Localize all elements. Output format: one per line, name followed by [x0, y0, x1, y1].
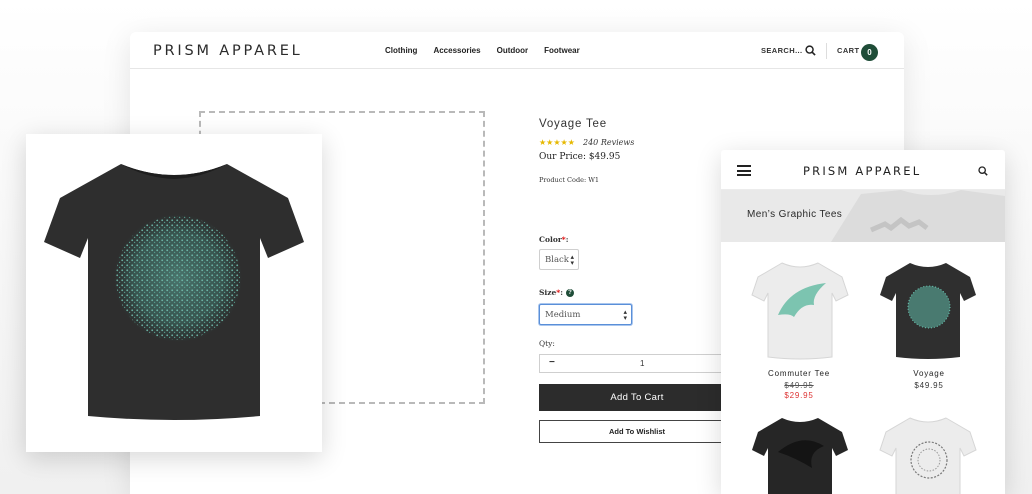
- qty-value[interactable]: 1: [640, 359, 644, 368]
- add-to-cart-button[interactable]: Add To Cart: [539, 384, 735, 411]
- category-banner: Men’s Graphic Tees: [721, 190, 1005, 242]
- size-select[interactable]: Medium ▴ ▾: [539, 304, 632, 325]
- product-tile-image[interactable]: [748, 257, 852, 361]
- reviews-link[interactable]: 240 Reviews: [583, 138, 634, 147]
- site-header: PRISM APPAREL Clothing Accessories Outdo…: [130, 32, 904, 69]
- product-tile-image[interactable]: [876, 257, 980, 361]
- color-select[interactable]: Black ▴ ▾: [539, 249, 579, 270]
- tile-product-name[interactable]: Voyage: [889, 369, 969, 379]
- nav-outdoor[interactable]: Outdoor: [497, 46, 529, 55]
- product-image-card: [26, 134, 322, 452]
- size-label: Size*:?: [539, 288, 575, 297]
- color-select-value: Black: [545, 255, 569, 265]
- site-logo[interactable]: PRISM APPAREL: [153, 43, 303, 59]
- search-icon[interactable]: [805, 45, 816, 56]
- nav-clothing[interactable]: Clothing: [385, 46, 417, 55]
- product-tile-image[interactable]: [876, 412, 980, 494]
- mobile-header: PRISM APPAREL: [721, 150, 1005, 190]
- select-arrows-icon: ▴ ▾: [623, 308, 627, 322]
- category-title: Men’s Graphic Tees: [747, 209, 843, 220]
- add-to-wishlist-button[interactable]: Add To Wishlist: [539, 420, 735, 443]
- search-link[interactable]: SEARCH...: [761, 46, 803, 55]
- color-label: Color*:: [539, 235, 569, 244]
- tshirt-image: [44, 164, 304, 420]
- select-arrows-icon: ▴ ▾: [570, 253, 574, 267]
- header-divider: [826, 43, 827, 59]
- product-code: Product Code: W1: [539, 176, 600, 184]
- nav-footwear[interactable]: Footwear: [544, 46, 580, 55]
- qty-decrease-button[interactable]: −: [549, 357, 555, 368]
- quantity-stepper[interactable]: − 1: [539, 354, 735, 373]
- nav-accessories[interactable]: Accessories: [433, 46, 480, 55]
- size-label-text: Size: [539, 288, 557, 297]
- main-nav: Clothing Accessories Outdoor Footwear: [385, 46, 580, 55]
- tile-original-price: $49.95: [784, 381, 814, 390]
- product-title: Voyage Tee: [539, 118, 607, 130]
- search-icon[interactable]: [978, 166, 988, 176]
- mobile-category-page: PRISM APPAREL Men’s Graphic Tees Commute…: [721, 150, 1005, 494]
- product-tile-image[interactable]: [748, 412, 852, 494]
- color-label-text: Color: [539, 235, 562, 244]
- tile-product-name[interactable]: Commuter Tee: [759, 369, 839, 379]
- tile-price: $49.95: [914, 381, 944, 390]
- cart-count-badge[interactable]: 0: [861, 44, 878, 61]
- tile-sale-price: $29.95: [784, 391, 814, 400]
- size-select-value: Medium: [545, 310, 581, 320]
- mobile-logo[interactable]: PRISM APPAREL: [803, 164, 921, 178]
- help-icon[interactable]: ?: [566, 289, 575, 297]
- rating-stars: ★★★★★: [539, 138, 575, 147]
- cart-link[interactable]: CART: [837, 46, 859, 55]
- product-price: Our Price: $49.95: [539, 152, 621, 162]
- menu-icon[interactable]: [737, 165, 751, 176]
- qty-label: Qty:: [539, 339, 555, 348]
